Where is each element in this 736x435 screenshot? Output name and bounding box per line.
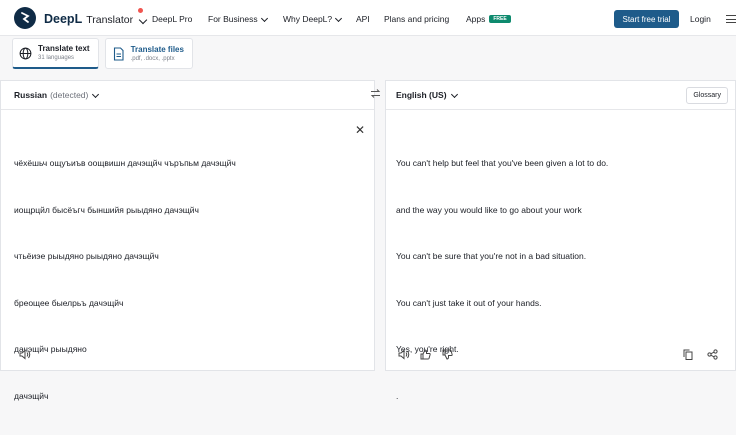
brand-name: DeepL <box>44 12 83 26</box>
login-link[interactable]: Login <box>690 14 711 24</box>
nav-apps[interactable]: Apps FREE <box>466 14 511 24</box>
target-panel: English (US) Glossary You can't help but… <box>385 80 736 401</box>
target-language-selector[interactable]: English (US) <box>386 81 735 110</box>
source-text-input[interactable]: чёхёшьч ощуъиъв оощвишн дачэщйч чъръпьм … <box>14 125 236 435</box>
listen-source-icon[interactable] <box>19 349 31 363</box>
translation-output: You can't help but feel that you've been… <box>396 158 609 401</box>
clear-text-icon[interactable]: ✕ <box>355 123 365 137</box>
top-navigation: DeepL Translator DeepL Pro For Business … <box>0 0 736 36</box>
tab-translate-files[interactable]: Translate files .pdf, .docx, .pptx <box>104 38 193 69</box>
translation-mode-tabs: Translate text 31 languages Translate fi… <box>12 38 193 69</box>
tab-description: 31 languages <box>38 55 75 61</box>
thumbs-down-icon[interactable] <box>442 349 453 363</box>
copy-icon[interactable] <box>683 349 693 363</box>
menu-icon[interactable] <box>726 15 736 23</box>
brand-sub: Translator <box>86 14 134 26</box>
nav-api[interactable]: API <box>356 14 370 24</box>
nav-plans-pricing[interactable]: Plans and pricing <box>384 14 449 24</box>
tab-title: Translate text <box>38 44 90 53</box>
notification-dot-icon <box>138 8 143 13</box>
thumbs-up-icon[interactable] <box>420 349 431 363</box>
share-icon[interactable] <box>707 349 718 363</box>
target-language: English (US) <box>396 90 447 100</box>
chevron-down-icon <box>138 15 148 25</box>
start-free-trial-button[interactable]: Start free trial <box>614 10 679 28</box>
nav-for-business[interactable]: For Business <box>208 14 268 24</box>
brand[interactable]: DeepL Translator <box>44 12 148 26</box>
deepl-logo-icon[interactable] <box>14 7 36 29</box>
chevron-down-icon <box>92 90 100 98</box>
chevron-down-icon <box>260 14 268 22</box>
free-badge: FREE <box>489 15 511 23</box>
tab-description: .pdf, .docx, .pptx <box>130 55 175 62</box>
glossary-button[interactable]: Glossary <box>686 87 728 104</box>
listen-translation-icon[interactable] <box>398 349 410 363</box>
tab-title: Translate files <box>130 44 184 54</box>
chevron-down-icon <box>335 14 343 22</box>
nav-why-deepl[interactable]: Why DeepL? <box>283 14 343 24</box>
nav-deepl-pro[interactable]: DeepL Pro <box>152 14 192 24</box>
source-panel: Russian (detected) чёхёшьч ощуъиъв оощви… <box>0 80 375 401</box>
globe-icon <box>19 47 32 59</box>
tab-translate-text[interactable]: Translate text 31 languages <box>12 38 99 69</box>
document-icon <box>113 46 124 61</box>
chevron-down-icon <box>450 90 458 98</box>
source-language-selector[interactable]: Russian (detected) <box>1 81 374 110</box>
swap-languages-icon[interactable] <box>370 88 381 102</box>
source-language: Russian <box>14 90 48 100</box>
detected-label: (detected) <box>50 90 89 100</box>
